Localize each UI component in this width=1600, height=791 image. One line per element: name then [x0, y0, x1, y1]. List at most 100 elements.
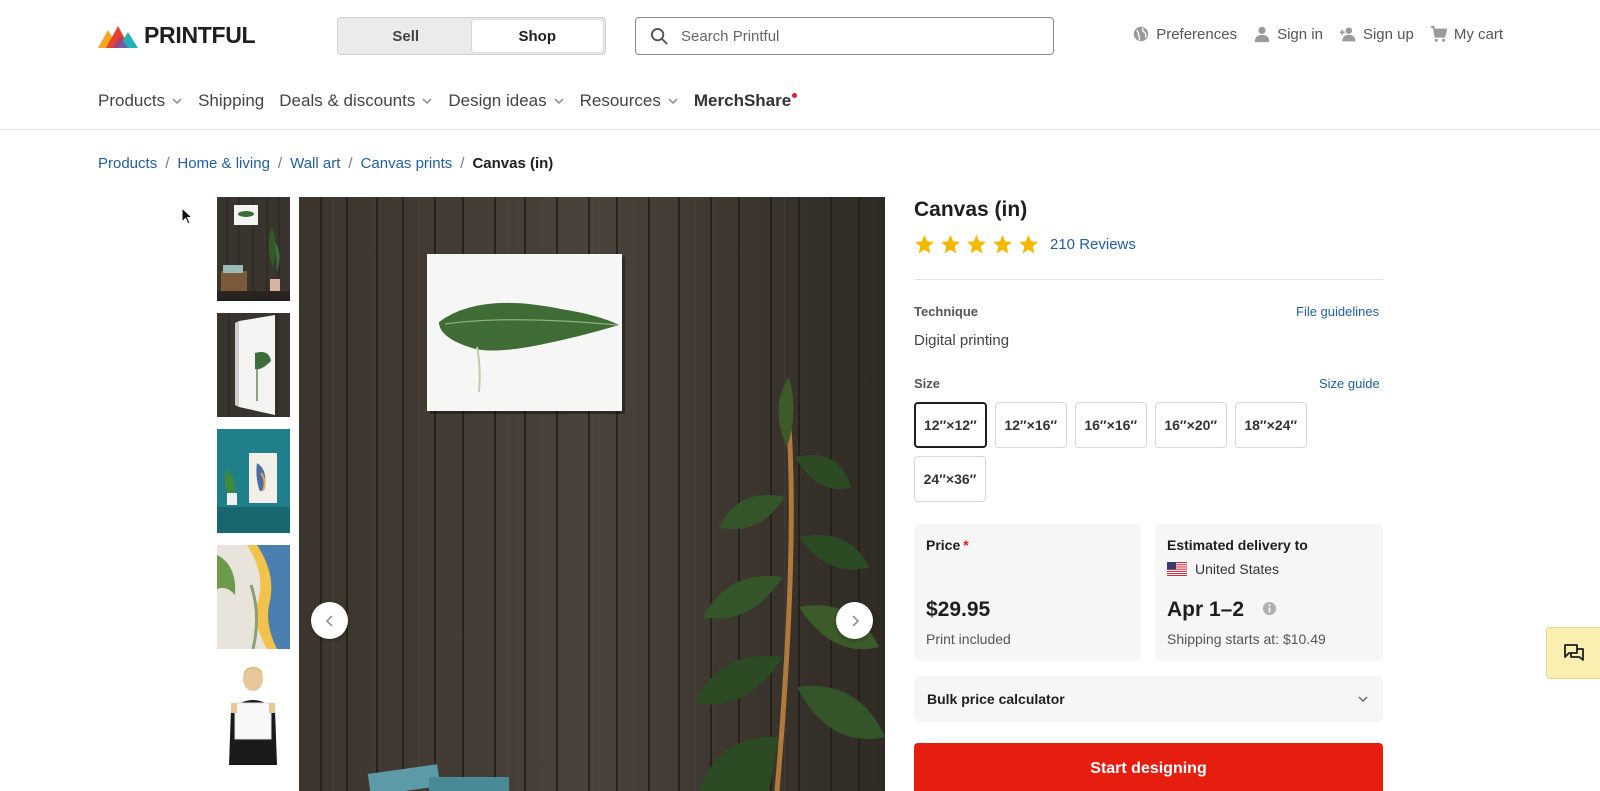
required-marker: *: [963, 537, 969, 553]
bulk-price-calculator[interactable]: Bulk price calculator: [914, 676, 1383, 722]
breadcrumb-canvas-prints[interactable]: Canvas prints: [361, 155, 453, 172]
sell-shop-switch: Sell Shop: [337, 17, 606, 55]
nav-design-ideas[interactable]: Design ideas: [448, 91, 564, 111]
search-input[interactable]: [681, 27, 1021, 45]
price-card: Price * $29.95 Print included: [914, 524, 1141, 661]
main-nav: Products Shipping Deals & discounts Desi…: [98, 91, 802, 111]
shipping-note: Shipping starts at: $10.49: [1167, 631, 1326, 647]
start-designing-button[interactable]: Start designing: [914, 743, 1383, 791]
prev-image-button[interactable]: [311, 602, 348, 639]
chevron-down-icon: [172, 98, 182, 105]
shop-tab[interactable]: Shop: [471, 20, 603, 52]
product-title: Canvas (in): [914, 198, 1028, 221]
info-divider: [914, 279, 1383, 280]
nav-shipping-label: Shipping: [198, 91, 265, 110]
add-user-icon: [1339, 27, 1356, 42]
cart-link[interactable]: My cart: [1430, 25, 1503, 43]
search-bar: [635, 17, 1054, 55]
breadcrumb-home-living[interactable]: Home & living: [177, 155, 270, 172]
thumbnail-canvas-on-wood-wall[interactable]: [217, 197, 290, 301]
main-product-image: [299, 197, 885, 791]
technique-label: Technique: [914, 304, 979, 319]
size-option-18x24[interactable]: 18″×24″: [1234, 402, 1307, 448]
nav-deals[interactable]: Deals & discounts: [279, 91, 433, 111]
thumbnail-list: [217, 197, 291, 765]
star-icon: [915, 235, 934, 254]
header-divider: [0, 129, 1600, 130]
size-guide-link[interactable]: Size guide: [1319, 376, 1380, 391]
delivery-country[interactable]: United States: [1167, 561, 1279, 577]
nav-design-ideas-label: Design ideas: [448, 91, 547, 110]
chevron-left-icon: [325, 614, 333, 627]
breadcrumb-separator: /: [348, 155, 353, 172]
globe-icon: [1134, 26, 1149, 42]
sign-up-link[interactable]: Sign up: [1339, 25, 1414, 43]
new-badge-dot: [792, 92, 798, 98]
thumbnail-woman-holding-canvas[interactable]: [217, 661, 290, 765]
delivery-country-name: United States: [1195, 561, 1280, 577]
product-photo: [299, 197, 885, 791]
chat-button[interactable]: [1546, 627, 1600, 679]
size-options: 12″×12″ 12″×16″ 16″×16″ 16″×20″ 18″×24″ …: [914, 402, 1384, 502]
chat-icon: [1563, 644, 1584, 661]
breadcrumb-separator: /: [460, 155, 465, 172]
nav-shipping[interactable]: Shipping: [198, 91, 264, 111]
chevron-right-icon: [851, 614, 859, 627]
price-label: Price *: [926, 537, 969, 553]
cart-label: My cart: [1453, 25, 1503, 43]
thumbnail-image: [217, 313, 290, 417]
info-icon[interactable]: [1262, 601, 1277, 616]
breadcrumb-products[interactable]: Products: [98, 155, 157, 172]
nav-products-label: Products: [98, 91, 166, 110]
us-flag-icon: [1167, 562, 1187, 576]
delivery-card: Estimated delivery to United States Apr …: [1155, 524, 1383, 661]
thumbnail-canvas-side-view[interactable]: [217, 313, 290, 417]
thumbnail-abstract-canvas-closeup[interactable]: [217, 545, 290, 649]
delivery-label: Estimated delivery to: [1167, 537, 1308, 553]
nav-resources-label: Resources: [579, 91, 661, 110]
sell-tab[interactable]: Sell: [340, 20, 472, 52]
cart-icon: [1430, 25, 1448, 42]
mouse-pointer-icon: [181, 207, 193, 225]
price-label-text: Price: [926, 537, 961, 553]
chevron-down-icon: [668, 98, 678, 105]
star-icon: [941, 235, 960, 254]
chevron-down-icon: [422, 98, 432, 105]
preferences-label: Preferences: [1156, 25, 1238, 43]
breadcrumb-separator: /: [165, 155, 170, 172]
sign-up-label: Sign up: [1362, 25, 1414, 43]
size-option-12x12[interactable]: 12″×12″: [914, 402, 987, 448]
star-icon: [993, 235, 1012, 254]
nav-deals-label: Deals & discounts: [279, 91, 416, 110]
brand-name: PRINTFUL: [144, 22, 256, 48]
price-note: Print included: [926, 631, 1011, 647]
user-icon: [1254, 26, 1270, 43]
next-image-button[interactable]: [836, 602, 873, 639]
size-option-24x36[interactable]: 24″×36″: [914, 456, 986, 502]
star-icon: [1019, 235, 1038, 254]
size-option-12x16[interactable]: 12″×16″: [994, 402, 1067, 448]
nav-merchshare[interactable]: MerchShare: [694, 91, 802, 111]
nav-resources[interactable]: Resources: [580, 91, 679, 111]
technique-value: Digital printing: [914, 332, 1010, 349]
size-option-16x20[interactable]: 16″×20″: [1154, 402, 1227, 448]
printful-logo[interactable]: PRINTFUL: [98, 22, 256, 49]
breadcrumb-wall-art[interactable]: Wall art: [290, 155, 340, 172]
thumbnail-image: [217, 545, 290, 649]
preferences-link[interactable]: Preferences: [1132, 25, 1237, 43]
size-label: Size: [914, 376, 941, 391]
delivery-date: Apr 1–2: [1167, 598, 1245, 621]
thumbnail-bird-canvas-teal-wall[interactable]: [217, 429, 290, 533]
delivery-date-row: Apr 1–2: [1167, 598, 1277, 622]
thumbnail-image: [217, 661, 290, 765]
rating-stars: 210 Reviews: [914, 234, 1136, 255]
account-links: Preferences Sign in Sign up My cart: [1132, 25, 1503, 43]
bulk-price-calculator-label: Bulk price calculator: [927, 691, 1065, 707]
size-option-16x16[interactable]: 16″×16″: [1074, 402, 1147, 448]
nav-products[interactable]: Products: [98, 91, 183, 111]
printful-logo-icon: [98, 25, 138, 48]
file-guidelines-link[interactable]: File guidelines: [1296, 304, 1379, 319]
sign-in-link[interactable]: Sign in: [1253, 25, 1323, 43]
reviews-link[interactable]: 210 Reviews: [1050, 236, 1136, 253]
breadcrumb: Products / Home & living / Wall art / Ca…: [98, 155, 553, 172]
